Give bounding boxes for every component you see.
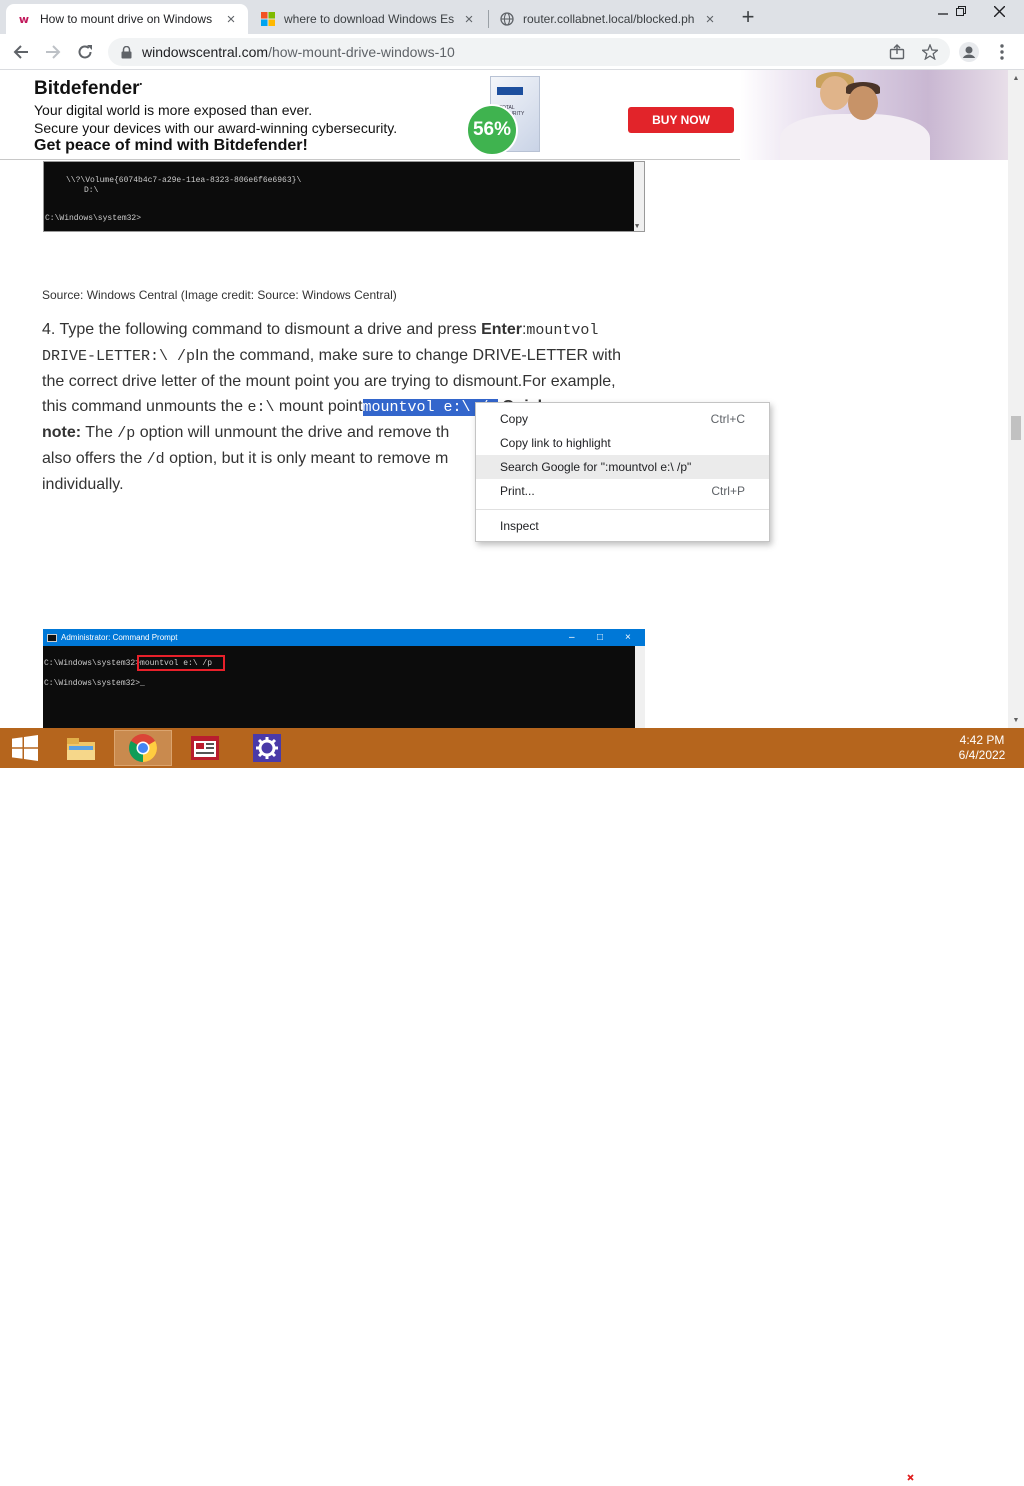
browser-toolbar: windowscentral.com/how-mount-drive-windo… — [0, 34, 1024, 70]
cursor-icon: _ — [140, 679, 145, 688]
lock-icon[interactable] — [120, 45, 132, 59]
menu-item-search-google[interactable]: Search Google for ":mountvol e:\ /p" — [476, 455, 769, 479]
command-prompt-screenshot-2: Administrator: Command Prompt – □ × C:\W… — [43, 629, 645, 728]
code-d-option: /d — [146, 451, 165, 468]
gear-icon — [253, 734, 281, 762]
back-arrow-icon[interactable] — [8, 39, 34, 65]
cmd-scrollbar: ▼ — [634, 162, 644, 231]
chrome-taskbar-button[interactable] — [114, 730, 172, 766]
cmd-minimize-icon: – — [569, 632, 575, 643]
clock-time: 4:42 PM — [959, 733, 1005, 747]
file-explorer-taskbar-button[interactable] — [52, 730, 110, 766]
image-credit: Source: Windows Central (Image credit: S… — [42, 288, 397, 302]
command-prompt-screenshot-1: \\?\Volume{6074b4c7-a29e-11ea-8323-806e6… — [43, 161, 645, 232]
ad-couple-photo — [740, 70, 1008, 160]
tab-title: router.collabnet.local/blocked.ph — [523, 12, 695, 26]
cmd-window-icon — [47, 633, 57, 642]
clock-date: 6/4/2022 — [958, 748, 1006, 762]
web-page: Bitdefender• Your digital world is more … — [0, 70, 1008, 728]
menu-kebab-icon[interactable] — [989, 39, 1015, 65]
restore-window-icon[interactable] — [944, 0, 978, 22]
close-tab-icon[interactable]: × — [701, 10, 719, 28]
url-text: windowscentral.com/how-mount-drive-windo… — [142, 44, 455, 60]
tab-title: How to mount drive on Windows — [40, 12, 213, 26]
forward-arrow-icon[interactable] — [40, 39, 66, 65]
enter-key-label: Enter — [481, 321, 522, 338]
code-mountvol: mountvol — [526, 322, 599, 339]
ad-line-2: Secure your devices with our award-winni… — [34, 120, 398, 136]
start-button[interactable] — [0, 730, 50, 766]
new-tab-button[interactable]: + — [736, 4, 760, 29]
red-highlight-box — [137, 655, 225, 671]
discount-badge: 56% — [466, 104, 518, 156]
share-icon[interactable] — [884, 39, 910, 65]
settings-taskbar-button[interactable] — [238, 730, 296, 766]
windows-logo-icon — [260, 11, 276, 27]
code-p-option: /p — [117, 425, 136, 442]
tab-router-blocked[interactable]: router.collabnet.local/blocked.ph × — [489, 4, 727, 34]
close-tab-icon[interactable]: × — [222, 10, 240, 28]
trademark-mark-icon: • — [139, 81, 143, 89]
news-app-taskbar-button[interactable] — [176, 730, 234, 766]
ad-line-3: Get peace of mind with Bitdefender! — [34, 137, 308, 154]
cmd-prompt-line-2: C:\Windows\system32>_ — [44, 679, 145, 688]
tab-strip: w How to mount drive on Windows × where … — [0, 0, 1024, 34]
close-tab-icon[interactable]: × — [460, 10, 478, 28]
code-drive-letter: DRIVE-LETTER:\ /p — [42, 348, 196, 365]
url-domain: windowscentral.com — [142, 44, 269, 60]
profile-avatar-icon[interactable] — [956, 39, 982, 65]
close-window-icon[interactable] — [982, 0, 1016, 22]
cmd-drive-line: D:\ — [84, 186, 99, 195]
taskbar-clock[interactable]: 4:42 PM 6/4/2022 — [950, 733, 1014, 763]
tab-title: where to download Windows Ess — [284, 12, 454, 26]
scroll-down-arrow-icon: ▼ — [635, 223, 640, 231]
page-scrollbar[interactable]: ▲ ▼ — [1008, 70, 1024, 728]
cmd-window-title: Administrator: Command Prompt — [61, 633, 178, 642]
tab-how-to-mount[interactable]: w How to mount drive on Windows × — [6, 4, 248, 34]
bookmark-star-icon[interactable] — [917, 39, 943, 65]
menu-item-print[interactable]: Print... Ctrl+P — [476, 479, 769, 503]
news-icon — [191, 736, 219, 760]
bitdefender-ad-banner[interactable]: Bitdefender• Your digital world is more … — [0, 70, 1008, 160]
menu-item-inspect[interactable]: Inspect — [476, 514, 769, 538]
code-e-drive: e:\ — [247, 399, 275, 416]
speaker-muted-icon[interactable] — [897, 1468, 915, 1486]
folder-icon — [67, 738, 95, 760]
chrome-icon — [129, 734, 157, 762]
cmd-prompt-line: C:\Windows\system32> — [45, 214, 142, 223]
menu-item-copy-link-to-highlight[interactable]: Copy link to highlight — [476, 431, 769, 455]
url-path: /how-mount-drive-windows-10 — [268, 44, 455, 60]
cmd-close-icon: × — [625, 632, 631, 643]
menu-item-copy[interactable]: Copy Ctrl+C — [476, 407, 769, 431]
context-menu: Copy Ctrl+C Copy link to highlight Searc… — [475, 402, 770, 542]
print-shortcut: Ctrl+P — [711, 484, 745, 498]
tab-where-to-download[interactable]: where to download Windows Ess × — [250, 4, 486, 34]
windows-central-favicon-icon: w — [18, 12, 30, 26]
cmd-title-bar: Administrator: Command Prompt – □ × — [43, 629, 645, 646]
reload-icon[interactable] — [72, 39, 98, 65]
cmd-volume-line: \\?\Volume{6074b4c7-a29e-11ea-8323-806e6… — [66, 176, 302, 185]
menu-separator — [476, 509, 769, 510]
scroll-up-arrow-icon[interactable]: ▲ — [1008, 70, 1024, 86]
buy-now-button[interactable]: BUY NOW — [628, 107, 734, 133]
address-bar[interactable]: windowscentral.com/how-mount-drive-windo… — [108, 38, 950, 66]
cmd-scrollbar — [635, 646, 645, 728]
scroll-down-arrow-icon[interactable]: ▼ — [1008, 712, 1024, 728]
cmd-maximize-icon: □ — [597, 632, 604, 643]
copy-shortcut: Ctrl+C — [710, 412, 745, 426]
globe-icon — [499, 11, 515, 27]
note-label: note: — [42, 424, 82, 441]
ad-brand: Bitdefender• — [34, 78, 143, 99]
network-icon[interactable] — [921, 1468, 939, 1486]
windows-taskbar — [0, 728, 1024, 1484]
windows-start-icon — [12, 735, 38, 761]
scrollbar-thumb[interactable] — [1011, 416, 1021, 440]
ad-line-1: Your digital world is more exposed than … — [34, 102, 313, 118]
